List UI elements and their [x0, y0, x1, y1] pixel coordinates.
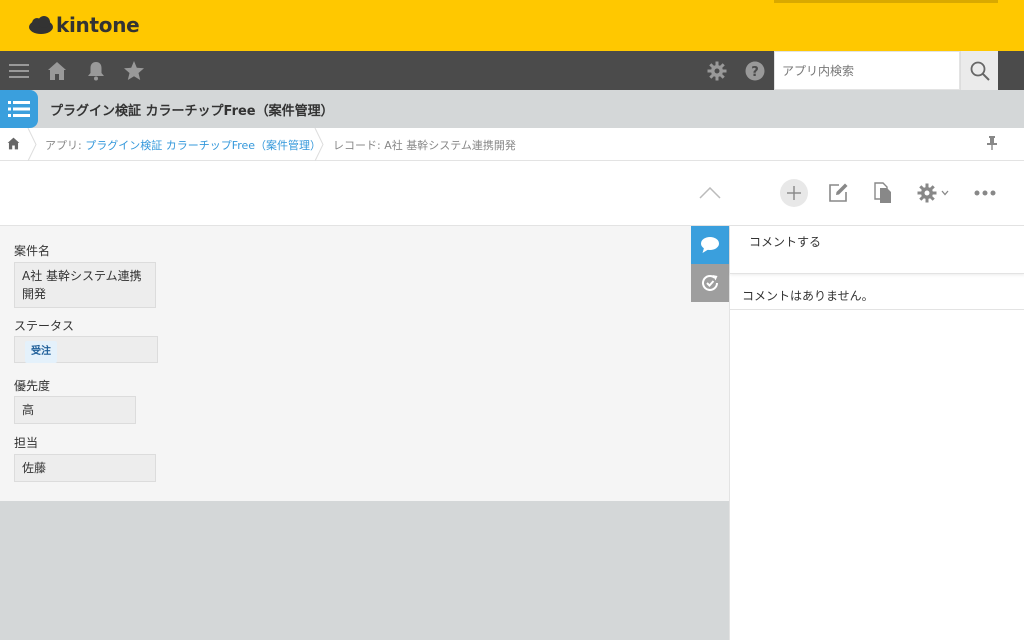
settings-button[interactable] [705, 59, 729, 83]
no-comments-message: コメントはありません。 [742, 289, 874, 303]
logo-text: kintone [56, 13, 140, 37]
field-value-project-name: A社 基幹システム連携開発 [14, 262, 156, 308]
hamburger-menu-icon [9, 64, 29, 78]
edit-record-button[interactable] [824, 179, 852, 207]
menu-button[interactable] [7, 59, 31, 83]
duplicate-record-button[interactable] [869, 179, 897, 207]
notifications-button[interactable] [84, 59, 108, 83]
breadcrumb-app-prefix: アプリ: [45, 139, 86, 152]
search-icon [970, 61, 990, 81]
home-icon [48, 62, 66, 80]
gear-icon [917, 183, 937, 203]
gear-icon [707, 61, 727, 81]
history-icon [702, 274, 718, 291]
record-toolbar [0, 161, 1024, 226]
breadcrumb-app-link[interactable]: プラグイン検証 カラーチップFree（案件管理） [85, 139, 321, 152]
breadcrumb-separator [314, 128, 324, 161]
copy-icon [874, 182, 891, 203]
comment-icon [701, 237, 719, 253]
field-label-status: ステータス [14, 319, 75, 333]
status-color-chip: 受注 [25, 341, 57, 363]
more-icon [974, 190, 996, 196]
breadcrumb: アプリ: プラグイン検証 カラーチップFree（案件管理） レコード: A社 基… [0, 128, 1024, 161]
app-search-input[interactable] [774, 51, 960, 90]
record-form: 案件名 A社 基幹システム連携開発 ステータス 受注 優先度 高 担当 佐藤 [0, 226, 729, 501]
favorites-button[interactable] [122, 59, 146, 83]
header-accent-line [774, 0, 998, 3]
pin-button[interactable] [986, 136, 998, 153]
global-nav: ? [0, 51, 1024, 90]
breadcrumb-separator [27, 128, 37, 161]
comment-input-label: コメントする [749, 235, 822, 249]
help-button[interactable]: ? [743, 59, 767, 83]
comment-input[interactable]: コメントする [730, 226, 1024, 273]
add-record-button[interactable] [780, 179, 808, 207]
edit-icon [829, 183, 848, 202]
field-value-assignee: 佐藤 [14, 454, 156, 482]
breadcrumb-app: アプリ: プラグイン検証 カラーチップFree（案件管理） [45, 137, 321, 153]
comment-panel: コメントする コメントはありません。 [729, 226, 1024, 640]
collapse-button[interactable] [696, 179, 724, 207]
chevron-down-icon [941, 190, 949, 196]
app-title: プラグイン検証 カラーチップFree（案件管理） [50, 104, 334, 119]
field-value-priority: 高 [14, 396, 136, 424]
field-value-status: 受注 [14, 336, 158, 363]
breadcrumb-record: レコード: A社 基幹システム連携開発 [333, 139, 516, 152]
history-tab[interactable] [691, 264, 729, 302]
star-icon [124, 61, 144, 80]
field-label-project-name: 案件名 [14, 244, 51, 258]
app-icon[interactable] [0, 90, 38, 128]
more-actions-button[interactable] [971, 179, 999, 207]
chevron-up-icon [699, 187, 721, 199]
svg-text:?: ? [751, 65, 759, 80]
field-label-priority: 優先度 [14, 379, 51, 393]
cloud-logo-icon [29, 16, 53, 34]
kintone-logo[interactable]: kintone [28, 13, 140, 37]
comments-tab[interactable] [691, 226, 729, 264]
help-icon: ? [745, 61, 765, 81]
header-bar: kintone [0, 0, 1024, 51]
pin-icon [987, 136, 997, 150]
app-list-icon [8, 101, 30, 117]
breadcrumb-home[interactable] [7, 137, 20, 153]
app-title-bar: プラグイン検証 カラーチップFree（案件管理） [0, 90, 1024, 128]
search-button[interactable] [960, 51, 998, 90]
home-button[interactable] [45, 59, 69, 83]
plus-icon [787, 186, 801, 200]
comment-empty-state: コメントはありません。 [730, 273, 1024, 310]
home-icon [7, 137, 20, 150]
field-label-assignee: 担当 [14, 436, 39, 450]
bell-icon [88, 62, 104, 81]
record-settings-button[interactable] [913, 179, 953, 207]
